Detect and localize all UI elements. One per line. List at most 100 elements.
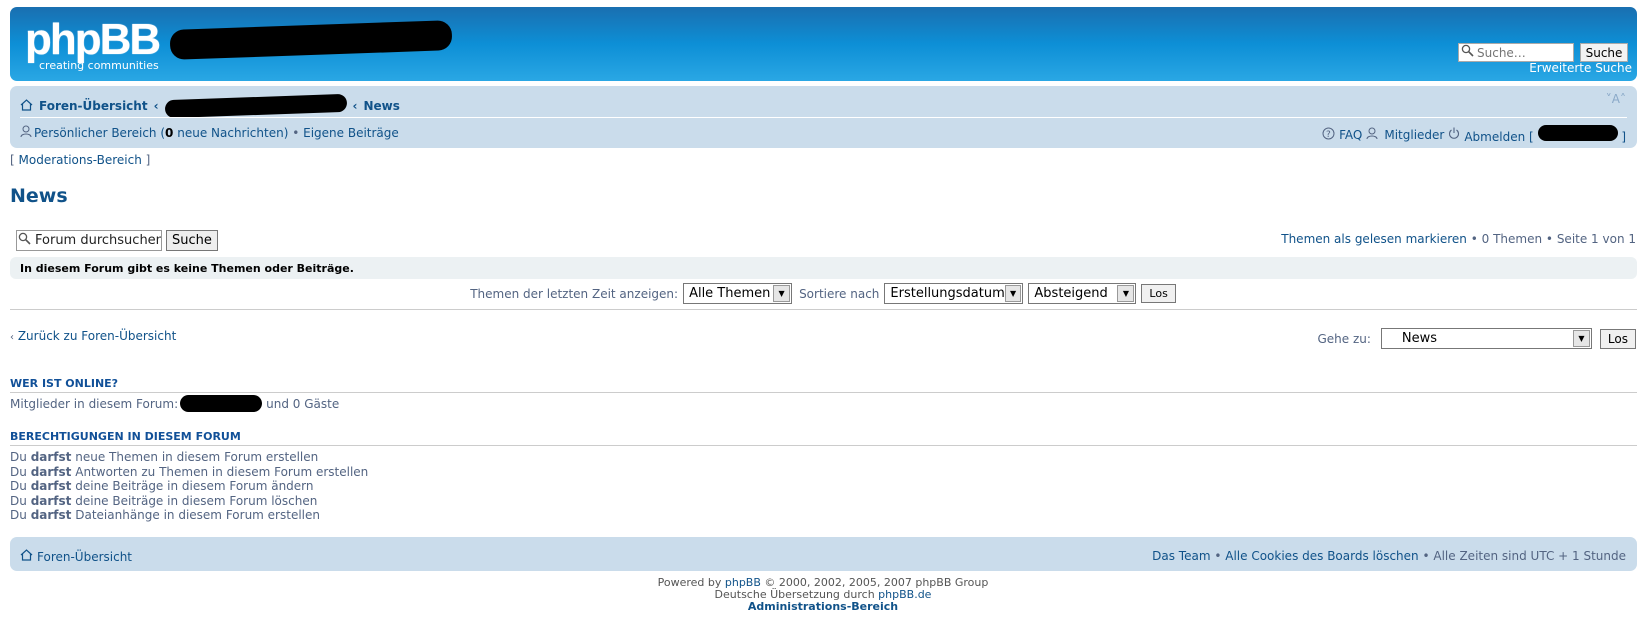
redacted-breadcrumb [164, 93, 347, 119]
display-select[interactable]: Alle Themen ▼ [683, 283, 793, 304]
permission-item: Du darfst deine Beiträge in diesem Forum… [10, 494, 368, 509]
header-search-button[interactable]: Suche [1580, 43, 1628, 62]
sort-key-select[interactable]: Erstellungsdatum ▼ [884, 283, 1024, 304]
delete-cookies-link[interactable]: Alle Cookies des Boards löschen [1225, 549, 1418, 563]
topic-count: 0 Themen [1481, 232, 1543, 246]
powered-by-text: Powered by [657, 576, 722, 589]
breadcrumb-separator: ‹ [352, 99, 358, 113]
home-icon [20, 549, 33, 564]
jump-select[interactable]: News ▼ [1380, 328, 1592, 349]
display-label: Themen der letzten Zeit anzeigen: [470, 286, 679, 301]
perm-verb: darfst [30, 450, 72, 464]
search-icon [18, 232, 31, 248]
sort-label: Sortiere nach [799, 286, 880, 301]
advanced-search-link[interactable]: Erweiterte Suche [1529, 61, 1632, 75]
ucp-label: Persönlicher Bereich [34, 126, 157, 140]
home-icon [20, 98, 33, 114]
chevron-left-icon: ‹ [10, 332, 14, 343]
breadcrumb-home[interactable]: Foren-Übersicht [39, 99, 148, 113]
separator: • [1470, 232, 1482, 246]
logout-link[interactable]: Abmelden [ ] [1464, 125, 1626, 144]
perm-text: deine Beiträge in diesem Forum löschen [75, 493, 318, 508]
navbar-divider [20, 117, 1627, 118]
mark-read-link[interactable]: Themen als gelesen markieren [1281, 232, 1467, 246]
separator: • [1214, 549, 1226, 563]
forum-search-button[interactable]: Suche [166, 230, 218, 251]
back-to-index-link[interactable]: Zurück zu Foren-Übersicht [18, 329, 176, 343]
separator: • [1545, 232, 1557, 246]
user-links: Persönlicher Bereich (0 neue Nachrichten… [20, 125, 399, 141]
site-logo[interactable]: phpBB creating communities [25, 18, 170, 74]
online-suffix: und 0 Gäste [266, 396, 340, 411]
copyright: Powered by phpBB © 2000, 2002, 2005, 200… [0, 577, 1646, 613]
permission-item: Du darfst Antworten zu Themen in diesem … [10, 465, 368, 480]
search-icon [1461, 44, 1474, 60]
breadcrumb-current[interactable]: News [363, 99, 399, 113]
chevron-down-icon: ▼ [1117, 285, 1135, 302]
footer-links: Das Team • Alle Cookies des Boards lösch… [1152, 549, 1626, 563]
chevron-down-icon: ▼ [1572, 330, 1590, 347]
separator: • [1422, 549, 1434, 563]
logout-icon [1448, 127, 1460, 142]
permission-item: Du darfst neue Themen in diesem Forum er… [10, 450, 368, 465]
perm-subject: Du [10, 508, 27, 522]
pagination: Themen als gelesen markieren • 0 Themen … [1281, 232, 1636, 246]
no-topics-message: In diesem Forum gibt es keine Themen ode… [20, 262, 354, 275]
own-posts-link[interactable]: Eigene Beiträge [303, 126, 399, 140]
perm-text: Dateianhänge in diesem Forum erstellen [75, 508, 320, 522]
jump-box: Gehe zu: News ▼ Los [1317, 328, 1636, 349]
breadcrumb-separator: ‹ [153, 99, 159, 113]
permission-item: Du darfst Dateianhänge in diesem Forum e… [10, 508, 368, 523]
redacted-online-user [180, 395, 263, 412]
ucp-link[interactable]: Persönlicher Bereich (0 neue Nachrichten… [34, 126, 288, 140]
redacted-username [1537, 125, 1618, 141]
svg-text:?: ? [1326, 130, 1331, 140]
logo-tagline: creating communities [39, 59, 159, 72]
font-size-toggle[interactable]: ˅A˄ [1606, 92, 1626, 106]
moderation-link[interactable]: Moderations-Bereich [19, 153, 142, 167]
pm-count: 0 [165, 126, 174, 140]
jump-go-button[interactable]: Los [1599, 328, 1636, 349]
online-prefix: Mitglieder in diesem Forum: [10, 396, 179, 411]
perm-text: neue Themen in diesem Forum erstellen [75, 450, 319, 464]
ucp-icon [20, 125, 34, 141]
timezone-info: Alle Zeiten sind UTC + 1 Stunde [1433, 549, 1626, 563]
sort-order-value: Absteigend [1034, 286, 1108, 301]
moderation-link-wrapper: [ Moderations-Bereich ] [10, 153, 151, 167]
jump-select-value: News [1401, 331, 1438, 346]
breadcrumb: Foren-Übersicht ‹ ‹ News [20, 93, 400, 119]
perm-text: Antworten zu Themen in diesem Forum erst… [75, 464, 369, 479]
footer-home: Foren-Übersicht [20, 549, 132, 564]
link-separator: • [288, 126, 304, 140]
permissions-list: Du darfst neue Themen in diesem Forum er… [10, 450, 368, 523]
chevron-down-icon: ▼ [1004, 285, 1022, 302]
perm-verb: darfst [30, 508, 72, 522]
sort-go-button[interactable]: Los [1141, 284, 1176, 303]
members-icon [1366, 127, 1380, 143]
sort-key-value: Erstellungsdatum [890, 286, 1005, 301]
page-info: Seite 1 von 1 [1556, 232, 1636, 246]
admin-panel-link[interactable]: Administrations-Bereich [748, 600, 898, 613]
footer-home-link[interactable]: Foren-Übersicht [37, 550, 132, 564]
permissions-heading: BERECHTIGUNGEN IN DIESEM FORUM [10, 430, 1637, 446]
perm-subject: Du [10, 493, 27, 508]
perm-verb: darfst [30, 479, 72, 493]
team-link[interactable]: Das Team [1152, 549, 1210, 563]
faq-icon: ? [1322, 127, 1335, 143]
forum-search-input[interactable] [16, 230, 162, 251]
permission-item: Du darfst deine Beiträge in diesem Forum… [10, 479, 368, 494]
perm-text: deine Beiträge in diesem Forum ändern [75, 479, 314, 493]
perm-subject: Du [10, 450, 27, 464]
logout-label: Abmelden [1464, 130, 1526, 144]
perm-subject: Du [10, 464, 27, 479]
faq-link[interactable]: FAQ [1339, 128, 1362, 142]
admin-line: Administrations-Bereich [0, 601, 1646, 613]
online-users: Mitglieder in diesem Forum: und 0 Gäste [10, 395, 339, 412]
header-search-input[interactable] [1458, 43, 1574, 62]
jump-label: Gehe zu: [1317, 331, 1371, 346]
chevron-down-icon: ▼ [773, 285, 791, 302]
page-title[interactable]: News [10, 185, 68, 207]
sort-order-select[interactable]: Absteigend ▼ [1028, 283, 1137, 304]
online-heading: WER IST ONLINE? [10, 377, 1637, 393]
members-link[interactable]: Mitglieder [1384, 128, 1444, 142]
